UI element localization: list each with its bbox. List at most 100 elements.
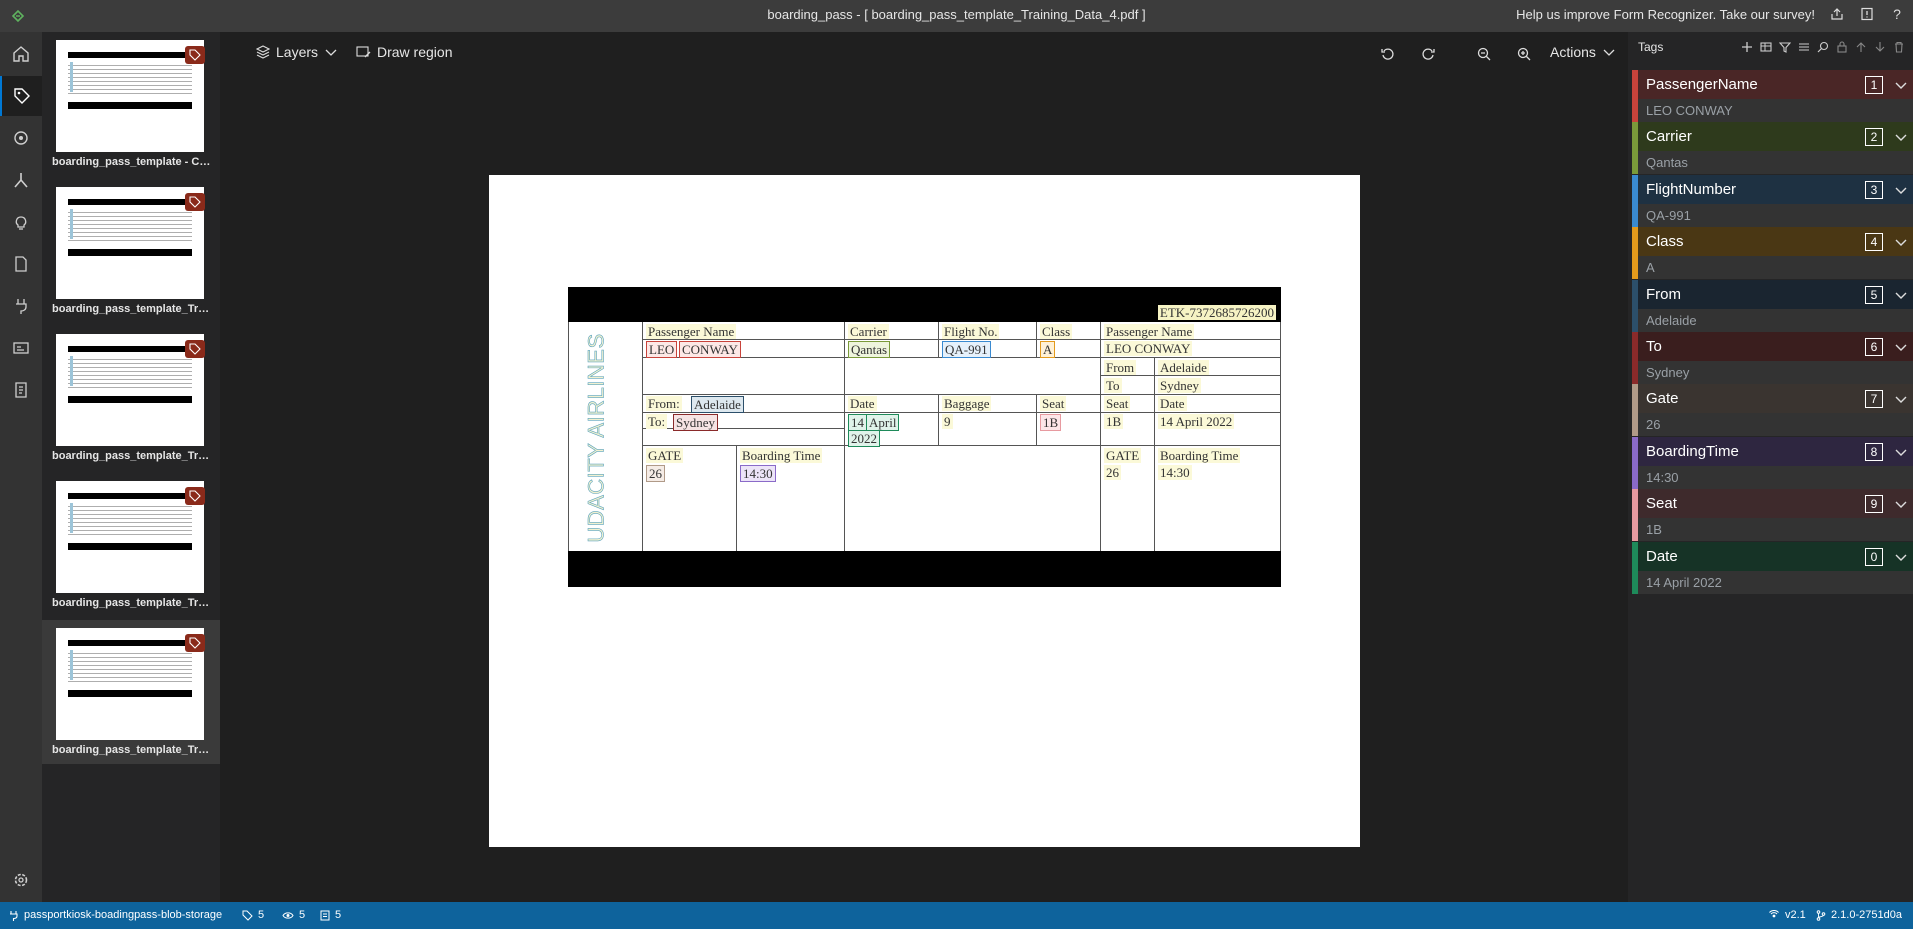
storage-connection[interactable]: passportkiosk-boadingpass-blob-storage bbox=[8, 909, 222, 921]
search-icon[interactable] bbox=[1816, 40, 1829, 53]
share-icon[interactable] bbox=[1829, 6, 1845, 22]
tag-header[interactable]: BoardingTime 8 bbox=[1638, 436, 1913, 466]
tag-value-row[interactable]: LEO CONWAY bbox=[1638, 99, 1913, 122]
train-icon[interactable] bbox=[0, 118, 42, 158]
settings-icon[interactable] bbox=[0, 860, 42, 900]
move-down-icon[interactable] bbox=[1873, 40, 1886, 53]
thumbnail-item-selected[interactable]: boarding_pass_template_Traini... bbox=[42, 620, 220, 764]
tag-value-row[interactable]: QA-991 bbox=[1638, 203, 1913, 227]
chevron-down-icon[interactable] bbox=[1893, 549, 1909, 565]
tag-header[interactable]: Seat 9 bbox=[1638, 489, 1913, 519]
connections-icon[interactable] bbox=[0, 286, 42, 326]
filter-icon[interactable] bbox=[1778, 40, 1791, 53]
zoom-out-icon[interactable] bbox=[1474, 44, 1494, 64]
chevron-down-icon[interactable] bbox=[1893, 444, 1909, 460]
home-icon[interactable] bbox=[0, 34, 42, 74]
draw-region-button[interactable]: Draw region bbox=[356, 44, 452, 60]
to-value-right[interactable]: Sydney bbox=[1158, 378, 1201, 393]
to-value[interactable]: Sydney bbox=[673, 414, 718, 431]
tag-header[interactable]: Class 4 bbox=[1638, 227, 1913, 257]
flight-number-value[interactable]: QA-991 bbox=[942, 341, 991, 358]
thumbnail-item[interactable]: boarding_pass_template_Trainin... bbox=[42, 473, 220, 617]
tag-value-row[interactable]: Qantas bbox=[1638, 151, 1913, 175]
passenger-last-name[interactable]: CONWAY bbox=[679, 341, 741, 358]
date-month[interactable]: April bbox=[866, 414, 900, 431]
move-up-icon[interactable] bbox=[1854, 40, 1867, 53]
tag-header[interactable]: PassengerName 1 bbox=[1638, 70, 1913, 99]
tag-header[interactable]: To 6 bbox=[1638, 332, 1913, 361]
chevron-down-icon[interactable] bbox=[1893, 496, 1909, 512]
list-icon[interactable] bbox=[1797, 40, 1810, 53]
id-card-icon[interactable] bbox=[0, 328, 42, 368]
tag-header[interactable]: Carrier 2 bbox=[1638, 122, 1913, 152]
tag-value-row[interactable]: Sydney bbox=[1638, 361, 1913, 384]
tag-value-row[interactable]: 14:30 bbox=[1638, 465, 1913, 489]
tag-item[interactable]: Carrier 2 Qantas bbox=[1632, 122, 1913, 175]
tag-item[interactable]: PassengerName 1 LEO CONWAY bbox=[1632, 70, 1913, 122]
passenger-name-right[interactable]: LEO CONWAY bbox=[1104, 341, 1193, 356]
baggage-value[interactable]: 9 bbox=[942, 414, 953, 429]
tag-value-row[interactable]: 26 bbox=[1638, 413, 1913, 437]
tag-value-row[interactable]: Adelaide bbox=[1638, 308, 1913, 332]
date-day[interactable]: 14 bbox=[848, 414, 867, 431]
etk-number[interactable]: ETK-7372685726200 bbox=[1157, 305, 1276, 320]
tag-header[interactable]: FlightNumber 3 bbox=[1638, 174, 1913, 204]
tag-value-row[interactable]: 14 April 2022 bbox=[1638, 570, 1913, 594]
chevron-down-icon[interactable] bbox=[1893, 234, 1909, 250]
tag-editor-icon[interactable] bbox=[0, 76, 42, 116]
boarding-time-value[interactable]: 14:30 bbox=[740, 465, 776, 482]
tag-item[interactable]: From 5 Adelaide bbox=[1632, 279, 1913, 332]
chevron-down-icon[interactable] bbox=[1893, 287, 1909, 303]
analyze-icon[interactable] bbox=[0, 202, 42, 242]
chevron-down-icon[interactable] bbox=[1893, 182, 1909, 198]
chevron-down-icon[interactable] bbox=[1893, 391, 1909, 407]
thumbnail-item[interactable]: boarding_pass_template_Trainin... bbox=[42, 179, 220, 323]
class-value[interactable]: A bbox=[1040, 341, 1056, 358]
thumbnail-item[interactable]: boarding_pass_template_Trainin... bbox=[42, 326, 220, 470]
gate-value[interactable]: 26 bbox=[646, 465, 665, 482]
help-icon[interactable]: ? bbox=[1889, 6, 1905, 22]
tag-value-row[interactable]: 1B bbox=[1638, 518, 1913, 542]
seat-value-right[interactable]: 1B bbox=[1104, 414, 1124, 429]
zoom-in-icon[interactable] bbox=[1514, 44, 1534, 64]
class-heading: Class bbox=[1040, 324, 1073, 339]
lock-icon[interactable] bbox=[1835, 40, 1848, 53]
rotate-left-icon[interactable] bbox=[1378, 44, 1398, 64]
feedback-icon[interactable] bbox=[1859, 6, 1875, 22]
survey-link[interactable]: Help us improve Form Recognizer. Take ou… bbox=[1516, 7, 1815, 22]
tag-item[interactable]: FlightNumber 3 QA-991 bbox=[1632, 174, 1913, 227]
tag-item[interactable]: To 6 Sydney bbox=[1632, 332, 1913, 384]
tag-item[interactable]: BoardingTime 8 14:30 bbox=[1632, 436, 1913, 489]
from-value[interactable]: Adelaide bbox=[691, 396, 744, 413]
boarding-time-value-right[interactable]: 14:30 bbox=[1158, 465, 1192, 480]
document-icon[interactable] bbox=[0, 244, 42, 284]
chevron-down-icon[interactable] bbox=[1893, 339, 1909, 355]
thumbnail-item[interactable]: boarding_pass_template - Copy.... bbox=[42, 32, 220, 176]
date-year[interactable]: 2022 bbox=[848, 430, 880, 447]
tag-item[interactable]: Seat 9 1B bbox=[1632, 489, 1913, 542]
receipt-icon[interactable] bbox=[0, 370, 42, 410]
rotate-right-icon[interactable] bbox=[1418, 44, 1438, 64]
compose-model-icon[interactable] bbox=[0, 160, 42, 200]
gate-value-right[interactable]: 26 bbox=[1104, 465, 1121, 480]
chevron-down-icon[interactable] bbox=[1893, 77, 1909, 93]
add-tag-icon[interactable] bbox=[1740, 40, 1753, 53]
passenger-first-name[interactable]: LEO bbox=[646, 341, 678, 358]
tag-header[interactable]: Gate 7 bbox=[1638, 384, 1913, 414]
add-table-tag-icon[interactable] bbox=[1759, 40, 1772, 53]
tag-header[interactable]: Date 0 bbox=[1638, 541, 1913, 571]
delete-icon[interactable] bbox=[1892, 40, 1905, 53]
date-value-right[interactable]: 14 April 2022 bbox=[1158, 414, 1235, 429]
tag-item[interactable]: Gate 7 26 bbox=[1632, 384, 1913, 437]
tag-item[interactable]: Date 0 14 April 2022 bbox=[1632, 541, 1913, 594]
document-canvas[interactable]: ETK-7372685726200 UDACITY AIRLINES Passe… bbox=[220, 76, 1628, 902]
seat-value[interactable]: 1B bbox=[1040, 414, 1062, 431]
layers-button[interactable]: Layers bbox=[256, 44, 338, 60]
from-value-right[interactable]: Adelaide bbox=[1158, 360, 1209, 375]
tag-value-row[interactable]: A bbox=[1638, 256, 1913, 280]
chevron-down-icon[interactable] bbox=[1893, 129, 1909, 145]
actions-menu-button[interactable]: Actions bbox=[1550, 44, 1616, 60]
tag-header[interactable]: From 5 bbox=[1638, 279, 1913, 309]
carrier-value[interactable]: Qantas bbox=[848, 341, 891, 358]
tag-item[interactable]: Class 4 A bbox=[1632, 227, 1913, 280]
